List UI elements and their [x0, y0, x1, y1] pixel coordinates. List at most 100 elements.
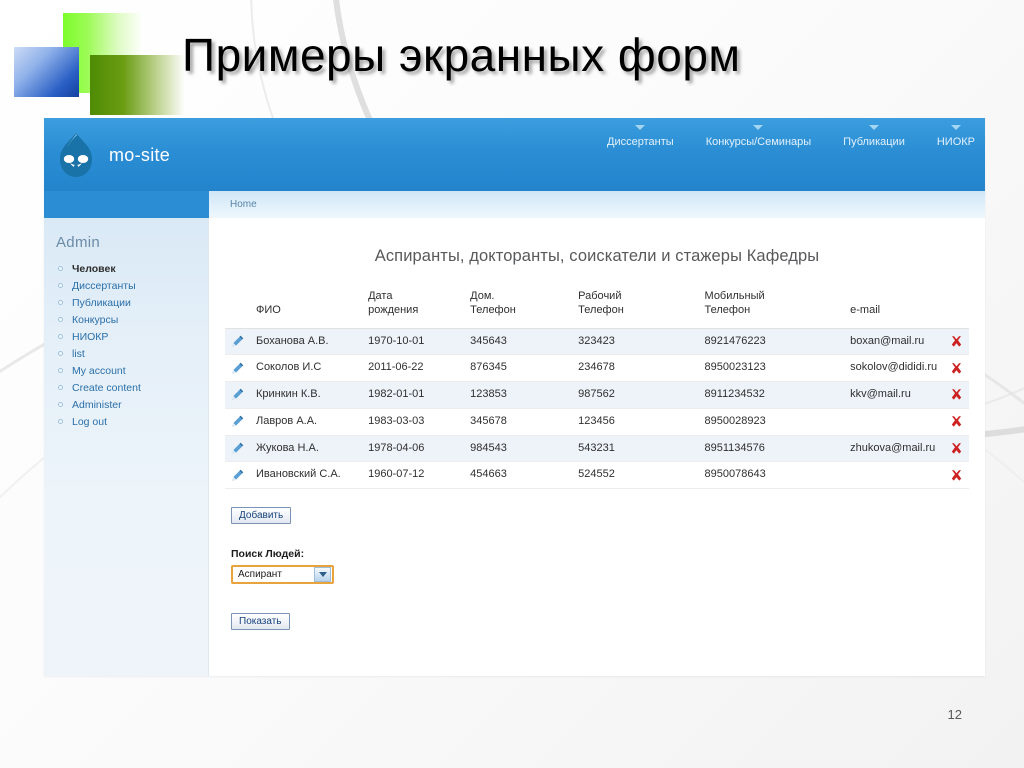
sidebar-item-my-account[interactable]: My account: [54, 363, 208, 380]
top-navigation: Диссертанты Конкурсы/Семинары Публикации…: [607, 125, 975, 148]
chevron-down-icon: [314, 567, 331, 582]
cell-mobile-phone: 8950028923: [698, 408, 845, 436]
sidebar-item-konkursy[interactable]: Конкурсы: [54, 312, 208, 329]
cell-fio: Боханова А.В.: [250, 328, 363, 356]
sidebar-item-dissertanty[interactable]: Диссертанты: [54, 278, 208, 295]
delete-cell[interactable]: [943, 435, 969, 463]
bullet-icon: [58, 368, 63, 373]
delete-x-icon: [951, 416, 961, 427]
decoration-green-dark-block: [90, 55, 185, 115]
delete-cell[interactable]: [943, 328, 969, 356]
sidebar-item-administer[interactable]: Administer: [54, 397, 208, 414]
edit-cell[interactable]: [225, 435, 250, 463]
cell-email: boxan@mail.ru: [844, 328, 944, 356]
edit-cell[interactable]: [225, 408, 250, 436]
pencil-icon: [231, 415, 244, 428]
cell-work-phone: 524552: [572, 461, 699, 489]
top-nav-item-dissertanty[interactable]: Диссертанты: [607, 125, 674, 148]
people-table: ФИО Дата рождения Дом. Телефон Рабочий Т…: [225, 286, 969, 489]
add-button[interactable]: Добавить: [231, 507, 292, 524]
sidebar-item-log-out[interactable]: Log out: [54, 414, 208, 431]
column-header-delete: [943, 286, 969, 329]
cell-mobile-phone: 8951134576: [698, 435, 845, 463]
cell-email: [844, 461, 944, 489]
sidebar-item-label: Administer: [72, 399, 122, 411]
cell-birth-date: 1970-10-01: [362, 328, 465, 356]
sidebar-item-label: Человек: [72, 263, 116, 275]
cell-home-phone: 123853: [464, 381, 573, 409]
sidebar-item-chelovek[interactable]: Человек: [54, 261, 208, 278]
top-nav-label: Диссертанты: [607, 136, 674, 148]
column-header-edit: [225, 286, 250, 329]
edit-cell[interactable]: [225, 461, 250, 489]
sidebar-item-publikacii[interactable]: Публикации: [54, 295, 208, 312]
delete-cell[interactable]: [943, 381, 969, 409]
drupal-droplet-icon: [60, 133, 92, 177]
cell-mobile-phone: 8950023123: [698, 354, 845, 382]
table-row: Жукова Н.А. 1978-04-06 984543 543231 895…: [225, 435, 969, 463]
table-header-row: ФИО Дата рождения Дом. Телефон Рабочий Т…: [225, 286, 969, 329]
edit-cell[interactable]: [225, 328, 250, 356]
table-row: Боханова А.В. 1970-10-01 345643 323423 8…: [225, 328, 969, 356]
form-area: Добавить Поиск Людей: Аспирант Показать: [225, 489, 969, 630]
top-nav-item-niokr[interactable]: НИОКР: [937, 125, 975, 148]
bullet-icon: [58, 266, 63, 271]
delete-x-icon: [951, 336, 961, 347]
cell-work-phone: 234678: [572, 354, 699, 382]
delete-cell[interactable]: [943, 354, 969, 382]
person-type-select[interactable]: Аспирант: [231, 565, 334, 584]
cell-home-phone: 876345: [464, 354, 573, 382]
cell-work-phone: 123456: [572, 408, 699, 436]
show-button-wrap: Показать: [231, 611, 963, 630]
delete-cell[interactable]: [943, 461, 969, 489]
cell-fio: Лавров А.А.: [250, 408, 363, 436]
decoration-blue-block: [14, 47, 79, 97]
breadcrumb: Home: [209, 191, 985, 218]
top-nav-item-konkursy-seminary[interactable]: Конкурсы/Семинары: [706, 125, 811, 148]
sidebar-item-label: Конкурсы: [72, 314, 119, 326]
slide-title: Примеры экранных форм: [182, 29, 741, 81]
person-type-select-value: Аспирант: [238, 569, 282, 580]
site-body: Admin Человек Диссертанты Публикации Кон…: [44, 218, 985, 676]
cell-mobile-phone: 8950078643: [698, 461, 845, 489]
column-header-email: e-mail: [844, 286, 944, 329]
sidebar-menu: Человек Диссертанты Публикации Конкурсы …: [54, 261, 208, 431]
main-content: Аспиранты, докторанты, соискатели и стаж…: [209, 218, 985, 676]
table-row: Кринкин К.В. 1982-01-01 123853 987562 89…: [225, 381, 969, 409]
bullet-icon: [58, 317, 63, 322]
site-logo-area[interactable]: mo-site: [56, 132, 170, 178]
bullet-icon: [58, 385, 63, 390]
sidebar-item-list[interactable]: list: [54, 346, 208, 363]
table-row: Лавров А.А. 1983-03-03 345678 123456 895…: [225, 408, 969, 436]
delete-x-icon: [951, 389, 961, 400]
sidebar-item-niokr[interactable]: НИОКР: [54, 329, 208, 346]
show-button[interactable]: Показать: [231, 613, 290, 630]
cell-fio: Жукова Н.А.: [250, 435, 363, 463]
table-row: Ивановский С.А. 1960-07-12 454663 524552…: [225, 461, 969, 489]
bullet-icon: [58, 300, 63, 305]
chevron-down-icon: [753, 125, 764, 130]
cell-email: sokolov@dididi.ru: [844, 354, 944, 382]
breadcrumb-home-link[interactable]: Home: [209, 199, 257, 210]
cell-birth-date: 1960-07-12: [362, 461, 465, 489]
cell-email: kkv@mail.ru: [844, 381, 944, 409]
cell-email: zhukova@mail.ru: [844, 435, 944, 463]
delete-cell[interactable]: [943, 408, 969, 436]
edit-cell[interactable]: [225, 381, 250, 409]
cell-home-phone: 345678: [464, 408, 573, 436]
top-nav-label: Конкурсы/Семинары: [705, 136, 812, 148]
pencil-icon: [231, 362, 244, 374]
cell-birth-date: 1983-03-03: [362, 408, 465, 436]
cell-work-phone: 543231: [572, 435, 699, 463]
table-body: Боханова А.В. 1970-10-01 345643 323423 8…: [225, 328, 969, 489]
delete-x-icon: [951, 469, 961, 481]
page-number: 12: [947, 707, 962, 722]
browser-screenshot: mo-site Диссертанты Конкурсы/Семинары Пу…: [44, 118, 985, 676]
cell-work-phone: 987562: [572, 381, 699, 409]
bullet-icon: [58, 419, 63, 424]
cell-mobile-phone: 8911234532: [698, 381, 845, 409]
site-name: mo-site: [109, 144, 171, 165]
edit-cell[interactable]: [225, 354, 250, 382]
top-nav-item-publikacii[interactable]: Публикации: [843, 125, 905, 148]
sidebar-item-create-content[interactable]: Create content: [54, 380, 208, 397]
